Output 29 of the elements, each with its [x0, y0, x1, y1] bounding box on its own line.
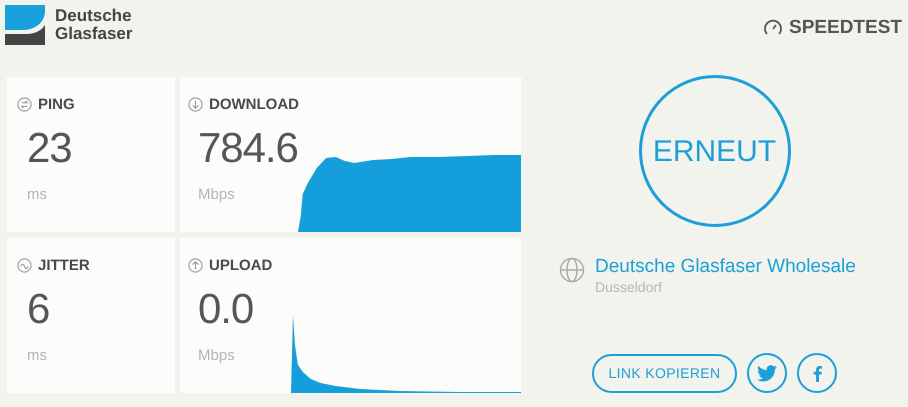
- metric-value: 23: [27, 124, 72, 172]
- metric-value: 6: [27, 284, 50, 332]
- brand-name: Deutsche: [55, 7, 132, 25]
- provider-name: Deutsche Glasfaser Wholesale: [595, 255, 856, 279]
- copy-link-button[interactable]: LINK KOPIEREN: [592, 354, 738, 392]
- logo-icon: [5, 5, 45, 45]
- facebook-icon: [812, 364, 822, 382]
- wave-icon: [17, 258, 32, 272]
- brand-name: Glasfaser: [55, 25, 132, 43]
- restart-button[interactable]: ERNEUT: [638, 75, 790, 227]
- metric-unit: ms: [27, 185, 48, 205]
- arrow-up-icon: [188, 258, 203, 272]
- ping-icon: [17, 97, 32, 112]
- metric-label: DOWNLOAD: [209, 97, 299, 112]
- twitter-button[interactable]: [747, 353, 788, 393]
- metric-label: PING: [38, 97, 75, 112]
- arrow-down-icon: [188, 97, 203, 112]
- metric-unit: ms: [27, 346, 48, 366]
- metric-value: 0.0: [198, 284, 254, 332]
- metric-value: 784.6: [198, 124, 298, 172]
- provider-location: Dusseldorf: [595, 279, 663, 295]
- metric-unit: Mbps: [198, 185, 236, 205]
- speedtest-logo: SPEEDTEST: [789, 16, 902, 40]
- bird-icon: [757, 364, 778, 382]
- metric-label: JITTER: [38, 258, 90, 272]
- metric-unit: Mbps: [198, 346, 236, 366]
- globe-icon: [559, 257, 585, 283]
- facebook-button[interactable]: [797, 353, 838, 393]
- metric-label: UPLOAD: [209, 258, 272, 272]
